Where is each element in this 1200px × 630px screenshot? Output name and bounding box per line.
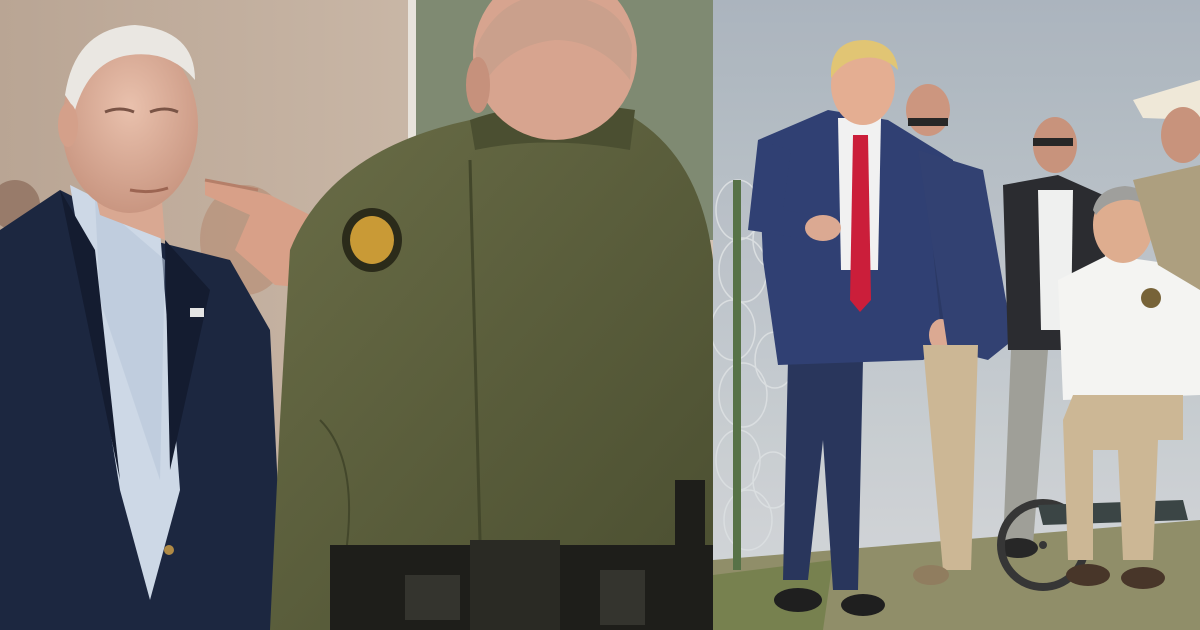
left-photo [0,0,713,630]
right-photo-panel [713,0,1200,630]
left-photo-panel [0,0,713,630]
photo-collage [0,0,1200,630]
right-photo [713,0,1200,630]
